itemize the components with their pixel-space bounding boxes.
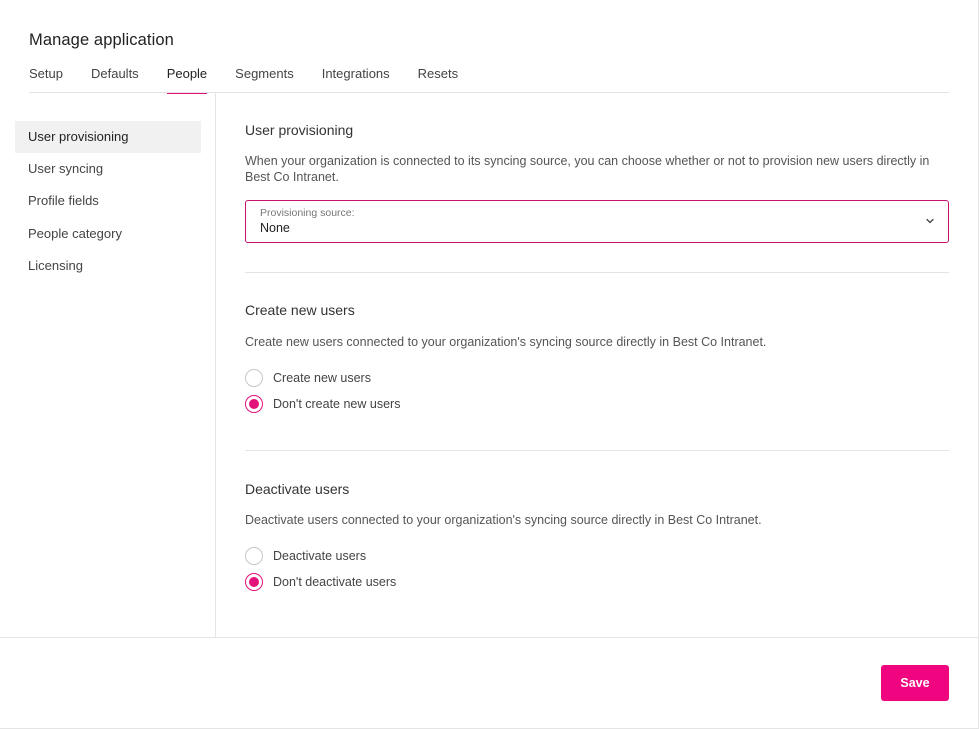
radio-button-selected[interactable] — [245, 395, 263, 413]
footer-divider — [0, 637, 979, 638]
tab-resets[interactable]: Resets — [418, 66, 458, 93]
page-title: Manage application — [29, 31, 174, 49]
radio-label: Don't deactivate users — [273, 575, 397, 589]
radio-dont-deactivate-users[interactable]: Don't deactivate users — [245, 572, 396, 592]
sidebar-item-profile-fields[interactable]: Profile fields — [15, 185, 201, 217]
radio-label: Don't create new users — [273, 397, 401, 411]
radio-label: Deactivate users — [273, 549, 367, 563]
tab-bar: Setup Defaults People Segments Integrati… — [29, 66, 486, 94]
sidebar-item-licensing[interactable]: Licensing — [15, 250, 201, 282]
provisioning-source-value: None — [260, 221, 290, 235]
radio-button[interactable] — [245, 369, 263, 387]
sidebar-item-user-syncing[interactable]: User syncing — [15, 153, 201, 185]
deactivate-users-description: Deactivate users connected to your organ… — [245, 513, 762, 527]
chevron-down-icon — [926, 218, 934, 224]
deactivate-users-section-title: Deactivate users — [245, 481, 350, 497]
radio-button[interactable] — [245, 547, 263, 565]
radio-button-selected[interactable] — [245, 573, 263, 591]
radio-create-new-users[interactable]: Create new users — [245, 368, 371, 388]
tab-people[interactable]: People — [166, 66, 208, 94]
tab-segments[interactable]: Segments — [235, 66, 294, 93]
provisioning-description: When your organization is connected to i… — [245, 154, 930, 184]
create-users-description: Create new users connected to your organ… — [245, 335, 767, 349]
manage-application-page: Manage application Setup Defaults People… — [0, 0, 979, 729]
section-divider — [245, 272, 949, 273]
tab-defaults[interactable]: Defaults — [91, 66, 139, 93]
provisioning-section-title: User provisioning — [245, 122, 354, 138]
create-users-section-title: Create new users — [245, 302, 355, 318]
section-divider — [245, 450, 949, 451]
sidebar: User provisioning User syncing Profile f… — [0, 93, 216, 637]
radio-label: Create new users — [273, 371, 371, 385]
sidebar-item-user-provisioning[interactable]: User provisioning — [15, 121, 201, 153]
save-button[interactable]: Save — [881, 665, 949, 701]
tab-setup[interactable]: Setup — [29, 66, 63, 93]
provisioning-source-select[interactable]: Provisioning source: None — [245, 200, 949, 243]
radio-deactivate-users[interactable]: Deactivate users — [245, 546, 366, 566]
provisioning-source-label: Provisioning source: — [260, 207, 355, 219]
radio-dont-create-new-users[interactable]: Don't create new users — [245, 394, 400, 414]
sidebar-item-people-category[interactable]: People category — [15, 218, 201, 250]
tab-integrations[interactable]: Integrations — [322, 66, 390, 93]
